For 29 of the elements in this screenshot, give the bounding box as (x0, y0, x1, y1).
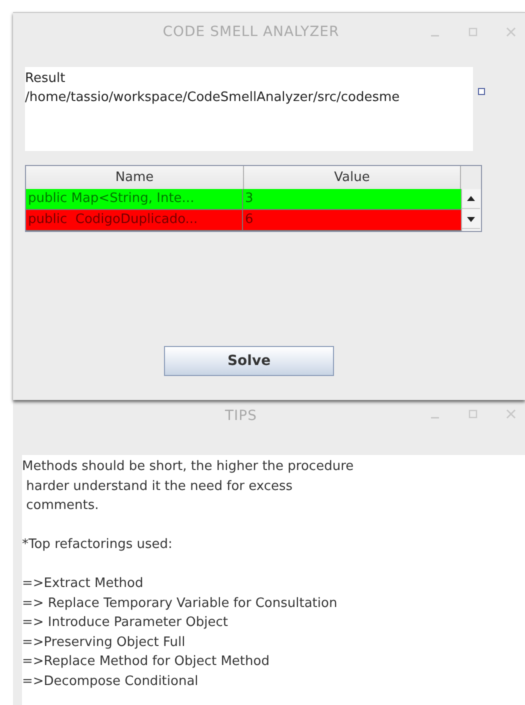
maximize-icon[interactable] (467, 408, 479, 420)
refactoring-item: =>Replace Method for Object Method (22, 653, 270, 671)
solve-button[interactable]: Solve (164, 346, 334, 376)
column-header[interactable]: Value (244, 166, 461, 189)
table-cell: public CodigoDuplicado... (26, 210, 243, 230)
window-title: CODE SMELL ANALYZER (162, 24, 340, 40)
table-cell-text: 3 (244, 190, 254, 208)
scrollbar[interactable] (461, 189, 481, 231)
refactoring-item: =>Decompose Conditional (22, 672, 200, 690)
square-icon (478, 88, 485, 95)
file-path: /home/tassio/workspace/CodeSmellAnalyzer/src/codesme (25, 89, 401, 107)
tips-heading: *Top refactorings used: (22, 536, 174, 554)
tip-text-line: harder understand it the need for excess (25, 478, 294, 496)
close-icon[interactable] (505, 26, 517, 38)
result-text-area[interactable]: Result /home/tassio/workspace/CodeSmellAnalyzer/src/codesme (25, 67, 473, 151)
window-title: TIPS (224, 408, 258, 424)
close-icon[interactable] (505, 408, 517, 420)
table-cell: public Map<String, Inte... (26, 189, 243, 209)
refactoring-item: =>Preserving Object Full (22, 634, 186, 652)
column-header[interactable]: Name (26, 166, 244, 189)
tip-text-line: Methods should be short, the higher the procedure (22, 458, 355, 476)
refactoring-item: => Introduce Parameter Object (22, 614, 229, 632)
table-cell-text: 6 (244, 211, 254, 229)
maximize-icon[interactable] (467, 26, 479, 38)
refactoring-item: => Replace Temporary Variable for Consultation (22, 594, 338, 612)
table-row[interactable]: public Map<String, Inte... 3 (26, 189, 461, 210)
tip-text-line: comments. (25, 497, 100, 515)
result-label: Result (25, 70, 66, 88)
refactoring-item: =>Extract Method (22, 575, 144, 593)
